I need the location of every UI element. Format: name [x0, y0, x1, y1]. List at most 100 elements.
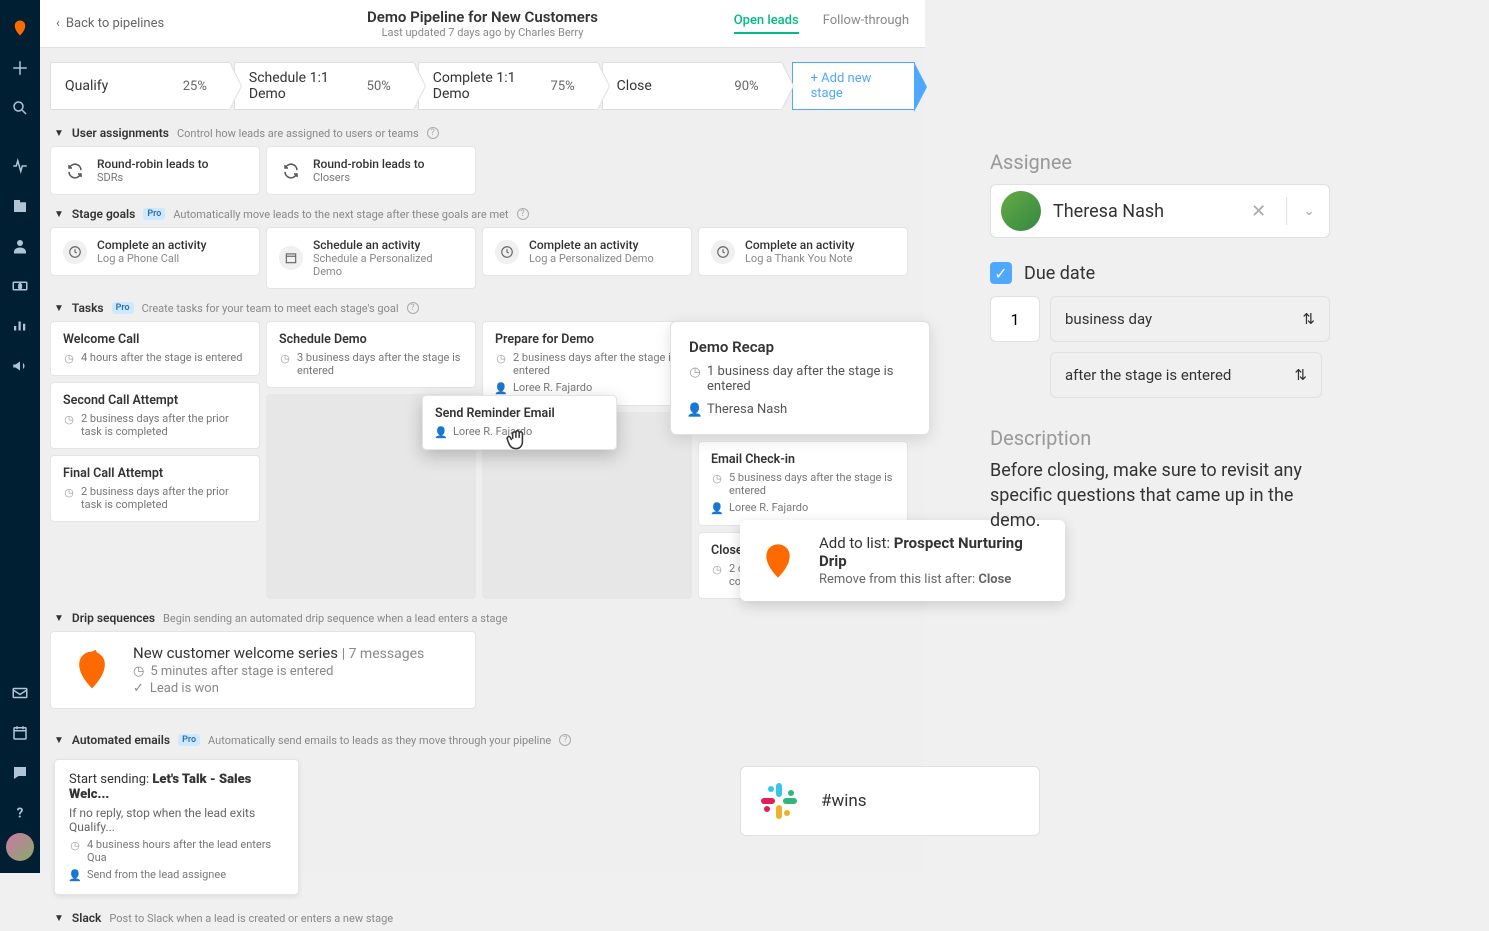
task-card-prepare-demo[interactable]: Prepare for Demo ◷2 business days after … [482, 321, 692, 406]
grab-cursor-icon [504, 427, 530, 453]
stage-schedule-demo[interactable]: Schedule 1:1 Demo50% [234, 62, 414, 110]
refresh-icon [279, 159, 303, 183]
pro-badge: Pro [143, 208, 165, 220]
section-desc: Post to Slack when a lead is created or … [109, 912, 393, 925]
help-icon[interactable]: ? [427, 127, 439, 139]
broadcast-icon[interactable] [6, 352, 34, 380]
clock-icon: ◷ [63, 486, 75, 499]
drip-card-welcome-series[interactable]: New customer welcome series | 7 messages… [50, 631, 476, 709]
description-text[interactable]: Before closing, make sure to revisit any… [990, 458, 1330, 534]
stage-qualify[interactable]: Qualify25% [50, 62, 230, 110]
chevron-left-icon: ‹ [56, 16, 60, 31]
section-title: Slack [72, 911, 101, 925]
section-stage-goals[interactable]: ▼ Stage goals Pro Automatically move lea… [40, 201, 925, 227]
goal-card[interactable]: Schedule an activitySchedule a Personali… [266, 227, 476, 289]
tab-follow-through[interactable]: Follow-through [823, 13, 909, 34]
activity-icon[interactable] [6, 152, 34, 180]
stage-complete-demo[interactable]: Complete 1:1 Demo75% [418, 62, 598, 110]
task-card-schedule-demo[interactable]: Schedule Demo ◷3 business days after the… [266, 321, 476, 388]
goal-card[interactable]: Complete an activityLog a Thank You Note [698, 227, 908, 276]
chevron-down-icon: ▼ [54, 209, 64, 220]
task-card-welcome[interactable]: Welcome Call ◷4 hours after the stage is… [50, 321, 260, 376]
auto-email-card[interactable]: Start sending: Let's Talk - Sales Welc..… [54, 759, 299, 895]
help-icon[interactable]: ? [517, 208, 529, 220]
add-stage-button[interactable]: + Add new stage [792, 62, 915, 110]
slack-card[interactable]: #wins [740, 766, 1040, 836]
tab-open-leads[interactable]: Open leads [734, 13, 799, 34]
clock-icon: ◷ [279, 352, 291, 365]
goal-card[interactable]: Complete an activityLog a Personalized D… [482, 227, 692, 276]
section-title: Stage goals [72, 207, 135, 221]
chat-icon[interactable] [6, 759, 34, 787]
updown-icon: ⇅ [1302, 310, 1315, 328]
add-icon[interactable] [6, 54, 34, 82]
section-desc: Control how leads are assigned to users … [177, 127, 419, 140]
company-icon[interactable] [6, 192, 34, 220]
app-sidebar: $ ? [0, 0, 40, 873]
section-user-assignments[interactable]: ▼ User assignments Control how leads are… [40, 120, 925, 146]
reports-icon[interactable] [6, 312, 34, 340]
rr-card-sdrs[interactable]: Round-robin leads toSDRs [50, 146, 260, 195]
refresh-icon [63, 159, 87, 183]
page-header: ‹ Back to pipelines Demo Pipeline for Ne… [40, 0, 925, 48]
section-title: Drip sequences [72, 611, 155, 625]
clock-icon [711, 240, 735, 264]
detail-panel: Assignee Theresa Nash ✕ ⌄ ✓ Due date bus… [970, 130, 1350, 554]
person-icon: 👤 [711, 502, 723, 515]
rr-card-closers[interactable]: Round-robin leads toClosers [266, 146, 476, 195]
chevron-down-icon: ▼ [54, 303, 64, 314]
stage-close[interactable]: Close90% [602, 62, 782, 110]
person-icon: 👤 [495, 382, 507, 395]
section-title: Automated emails [72, 733, 170, 747]
assignee-name: Theresa Nash [1053, 201, 1231, 222]
section-desc: Automatically move leads to the next sta… [173, 208, 508, 221]
clock-icon [495, 240, 519, 264]
people-icon[interactable] [6, 232, 34, 260]
help-icon[interactable]: ? [559, 734, 571, 746]
task-card-second-call[interactable]: Second Call Attempt ◷2 business days aft… [50, 382, 260, 449]
back-label: Back to pipelines [66, 16, 164, 31]
chevron-down-icon[interactable]: ⌄ [1299, 203, 1319, 219]
search-icon[interactable] [6, 94, 34, 122]
due-date-checkbox[interactable]: ✓ [990, 262, 1012, 284]
chevron-down-icon: ▼ [54, 613, 64, 624]
task-card-email-checkin[interactable]: Email Check-in ◷5 business days after th… [698, 441, 908, 526]
description-label: Description [990, 426, 1330, 450]
section-title: Tasks [72, 301, 104, 315]
mail-icon[interactable] [6, 679, 34, 707]
assignee-label: Assignee [990, 150, 1330, 174]
nutshell-logo-icon [67, 645, 117, 695]
brand-logo-icon[interactable] [6, 14, 34, 42]
section-auto-emails[interactable]: ▼ Automated emails Pro Automatically sen… [40, 727, 925, 753]
due-number-input[interactable] [990, 296, 1040, 342]
back-link[interactable]: ‹ Back to pipelines [56, 16, 164, 31]
clock-icon: ◷ [63, 413, 75, 426]
section-desc: Automatically send emails to leads as th… [208, 734, 551, 747]
person-icon: 👤 [435, 426, 447, 439]
clear-assignee-button[interactable]: ✕ [1243, 201, 1274, 222]
user-avatar[interactable] [6, 833, 34, 861]
section-tasks[interactable]: ▼ Tasks Pro Create tasks for your team t… [40, 295, 925, 321]
section-desc: Begin sending an automated drip sequence… [163, 612, 508, 625]
clock-icon: ◷ [63, 352, 75, 365]
help-icon[interactable]: ? [407, 302, 419, 314]
money-icon[interactable]: $ [6, 272, 34, 300]
slack-logo-icon [759, 781, 799, 821]
clock-icon [63, 240, 87, 264]
help-icon[interactable]: ? [6, 799, 34, 827]
section-slack[interactable]: ▼ Slack Post to Slack when a lead is cre… [40, 905, 925, 931]
assignee-select[interactable]: Theresa Nash ✕ ⌄ [990, 184, 1330, 238]
person-icon: 👤 [69, 869, 81, 882]
calendar-icon[interactable] [6, 719, 34, 747]
slack-channel: #wins [821, 791, 867, 811]
due-trigger-select[interactable]: after the stage is entered⇅ [1050, 352, 1322, 398]
svg-text:?: ? [17, 806, 24, 822]
chevron-down-icon: ▼ [54, 913, 64, 924]
due-unit-select[interactable]: business day⇅ [1050, 296, 1330, 342]
goal-card[interactable]: Complete an activityLog a Phone Call [50, 227, 260, 276]
main-content: ‹ Back to pipelines Demo Pipeline for Ne… [40, 0, 925, 873]
pro-badge: Pro [112, 302, 134, 314]
task-card-final-call[interactable]: Final Call Attempt ◷2 business days afte… [50, 455, 260, 522]
section-drip[interactable]: ▼ Drip sequences Begin sending an automa… [40, 605, 925, 631]
task-card-demo-recap[interactable]: Demo Recap ◷1 business day after the sta… [670, 321, 930, 435]
